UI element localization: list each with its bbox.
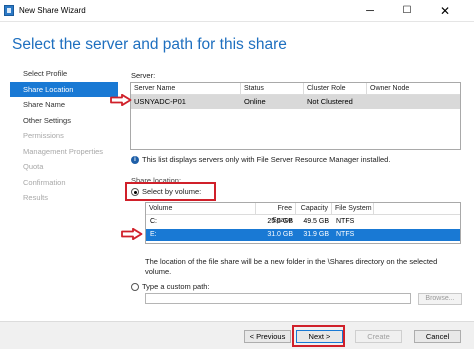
volume-file-system-cell: NTFS bbox=[336, 218, 355, 225]
previous-button[interactable]: < Previous bbox=[244, 330, 291, 343]
volume-free-space-cell: 25.5 GB bbox=[267, 218, 293, 225]
wizard-nav: Select Profile Share Location Share Name… bbox=[10, 66, 118, 206]
volume-row[interactable]: C: 25.5 GB 49.5 GB NTFS bbox=[146, 216, 460, 228]
select-by-volume-highlight bbox=[125, 182, 216, 201]
info-icon: i bbox=[131, 156, 139, 165]
server-status-cell: Online bbox=[244, 97, 266, 106]
title-bar: New Share Wizard ─ ☐ ✕ bbox=[0, 0, 474, 22]
close-button[interactable]: ✕ bbox=[430, 0, 460, 22]
info-text: This list displays servers only with Fil… bbox=[142, 155, 391, 164]
minimize-button[interactable]: ─ bbox=[355, 0, 385, 22]
column-header-capacity[interactable]: Capacity bbox=[296, 203, 332, 215]
nav-item-select-profile[interactable]: Select Profile bbox=[10, 66, 118, 82]
custom-path-label: Type a custom path: bbox=[142, 282, 210, 291]
volume-free-space-cell: 31.0 GB bbox=[267, 231, 293, 238]
volume-capacity-cell: 49.5 GB bbox=[303, 218, 329, 225]
share-location-description: The location of the file share will be a… bbox=[145, 257, 438, 276]
server-name-cell: USNYADC-P01 bbox=[134, 97, 186, 106]
nav-item-results: Results bbox=[23, 193, 49, 202]
server-table: Server Name Status Cluster Role Owner No… bbox=[130, 82, 461, 150]
column-header-free-space[interactable]: Free Space bbox=[256, 203, 296, 224]
nav-item-quota: Quota bbox=[23, 162, 44, 171]
nav-item-confirmation: Confirmation bbox=[23, 177, 66, 187]
browse-button[interactable]: Browse... bbox=[418, 293, 462, 305]
volume-capacity-cell: 31.9 GB bbox=[303, 231, 329, 238]
app-icon bbox=[4, 5, 14, 16]
column-header-file-system[interactable]: File System bbox=[332, 203, 374, 215]
nav-item-permissions: Permissions bbox=[23, 131, 64, 140]
volume-row-selected[interactable]: E: 31.0 GB 31.9 GB NTFS bbox=[146, 229, 460, 241]
column-header-server-name[interactable]: Server Name bbox=[131, 83, 241, 95]
nav-item-other-settings[interactable]: Other Settings bbox=[10, 113, 118, 129]
custom-path-input[interactable] bbox=[145, 293, 411, 304]
page-title: Select the server and path for this shar… bbox=[12, 36, 287, 53]
nav-item-management-properties: Management Properties bbox=[23, 146, 104, 156]
volume-arrow-icon bbox=[121, 228, 143, 240]
custom-path-radio[interactable] bbox=[131, 283, 139, 292]
server-row[interactable]: USNYADC-P01 Online Not Clustered bbox=[131, 95, 460, 109]
volume-name-cell: C: bbox=[150, 218, 157, 225]
custom-path-option[interactable]: Type a custom path: bbox=[131, 282, 210, 292]
next-button-highlight bbox=[292, 325, 345, 347]
window-title: New Share Wizard bbox=[19, 6, 86, 15]
server-arrow-icon bbox=[110, 94, 132, 106]
create-button[interactable]: Create bbox=[355, 330, 402, 343]
wizard-footer bbox=[0, 321, 474, 349]
column-header-owner-node[interactable]: Owner Node bbox=[367, 83, 460, 95]
volume-table: Volume Free Space Capacity File System C… bbox=[145, 202, 461, 244]
volume-file-system-cell: NTFS bbox=[336, 231, 355, 238]
column-header-volume[interactable]: Volume bbox=[146, 203, 256, 215]
server-label: Server: bbox=[131, 71, 156, 80]
maximize-button[interactable]: ☐ bbox=[392, 0, 422, 22]
nav-item-share-location[interactable]: Share Location bbox=[10, 81, 118, 97]
column-header-cluster-role[interactable]: Cluster Role bbox=[304, 83, 367, 95]
column-header-blank bbox=[374, 203, 460, 215]
cancel-button[interactable]: Cancel bbox=[414, 330, 461, 343]
server-cluster-role-cell: Not Clustered bbox=[307, 97, 353, 106]
info-message: i This list displays servers only with Fi… bbox=[131, 155, 391, 165]
nav-item-share-name[interactable]: Share Name bbox=[10, 97, 118, 113]
column-header-status[interactable]: Status bbox=[241, 83, 304, 95]
volume-name-cell: E: bbox=[150, 231, 157, 238]
